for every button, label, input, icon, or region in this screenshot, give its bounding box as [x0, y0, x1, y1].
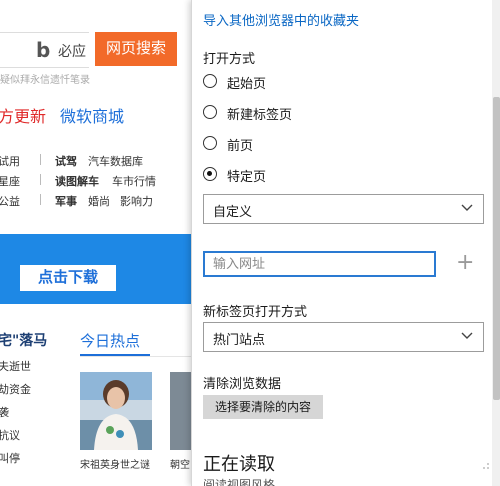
new-tab-label: 新标签页打开方式 — [203, 305, 308, 320]
radio-specific-page[interactable]: 特定页 — [203, 166, 353, 185]
open-with-label: 打开方式 — [203, 52, 256, 67]
click-download-button[interactable]: 点击下载 — [20, 265, 116, 291]
background-web-page: b 必应 网页搜索 疑似拜永信遗忏笔录 方更新 微软商城 试用 试驾 汽车数据库… — [0, 0, 195, 486]
nav-ms-store-link[interactable]: 微软商城 — [60, 103, 124, 127]
link-separator — [40, 174, 41, 185]
story-item[interactable]: 抗议 — [0, 427, 20, 443]
settings-panel: 导入其他浏览器中的收藏夹 打开方式 起始页 新建标签页 前页 特定页 自定义 +… — [191, 0, 500, 486]
radio-button-icon[interactable] — [203, 105, 217, 119]
search-hint: 疑似拜永信遗忏笔录 — [0, 75, 90, 86]
radio-label: 前页 — [227, 139, 254, 154]
link-military[interactable]: 军事 — [55, 193, 77, 209]
radio-new-tab[interactable]: 新建标签页 — [203, 104, 353, 123]
resize-grip-icon — [483, 463, 489, 469]
reading-section-title: 正在读取 — [203, 454, 275, 475]
radio-label: 起始页 — [227, 77, 267, 92]
add-url-icon[interactable]: + — [456, 252, 474, 274]
link-influence[interactable]: 影响力 — [120, 193, 153, 209]
link-trial[interactable]: 试用 — [0, 153, 20, 169]
link-horoscope[interactable]: 星座 — [0, 173, 20, 189]
link-car-pictures[interactable]: 读图解车 — [55, 173, 99, 189]
link-charity[interactable]: 公益 — [0, 193, 20, 209]
story-headline[interactable]: 宅"落马 — [0, 330, 47, 350]
link-car-database[interactable]: 汽车数据库 — [88, 153, 143, 169]
new-tab-dropdown[interactable]: 热门站点 — [203, 322, 484, 352]
link-test-drive[interactable]: 试驾 — [55, 153, 77, 169]
news-caption[interactable]: 朝空 — [170, 456, 190, 471]
story-item[interactable]: 夫逝世 — [0, 358, 31, 374]
news-caption[interactable]: 宋祖英身世之谜 — [80, 456, 150, 471]
link-separator — [40, 154, 41, 165]
dropdown-value: 自定义 — [213, 205, 253, 220]
choose-what-to-clear-button[interactable]: 选择要清除的内容 — [203, 395, 323, 419]
dropdown-value: 热门站点 — [213, 333, 266, 348]
radio-start-page[interactable]: 起始页 — [203, 73, 353, 92]
import-favorites-link[interactable]: 导入其他浏览器中的收藏夹 — [203, 10, 359, 29]
bing-logo-icon: b — [36, 38, 51, 62]
radio-label: 新建标签页 — [227, 108, 293, 123]
link-separator — [40, 194, 41, 205]
radio-label: 特定页 — [227, 170, 267, 185]
reading-view-style-label: 阅读视图风格 — [203, 478, 276, 486]
clear-data-label: 清除浏览数据 — [203, 377, 282, 392]
story-item[interactable]: 袭 — [0, 404, 9, 420]
news-photo[interactable] — [80, 372, 152, 450]
radio-button-icon[interactable] — [203, 74, 217, 88]
nav-update-link[interactable]: 方更新 — [0, 103, 46, 127]
web-search-button[interactable]: 网页搜索 — [95, 32, 177, 66]
hot-news-divider — [80, 356, 195, 357]
radio-previous-pages[interactable]: 前页 — [203, 135, 353, 154]
link-wedding[interactable]: 婚尚 — [88, 193, 110, 209]
chevron-down-icon — [461, 332, 473, 339]
bing-label: 必应 — [58, 44, 86, 60]
url-input[interactable] — [203, 251, 436, 277]
radio-button-selected-icon[interactable] — [203, 167, 217, 181]
story-item[interactable]: 叫停 — [0, 450, 20, 466]
story-item[interactable]: 劫资金 — [0, 381, 31, 397]
hot-news-title[interactable]: 今日热点 — [80, 330, 140, 351]
scrollbar-thumb[interactable] — [493, 97, 500, 400]
radio-button-icon[interactable] — [203, 136, 217, 150]
chevron-down-icon — [461, 204, 473, 211]
specific-page-dropdown[interactable]: 自定义 — [203, 194, 484, 224]
link-car-market[interactable]: 车市行情 — [112, 173, 156, 189]
